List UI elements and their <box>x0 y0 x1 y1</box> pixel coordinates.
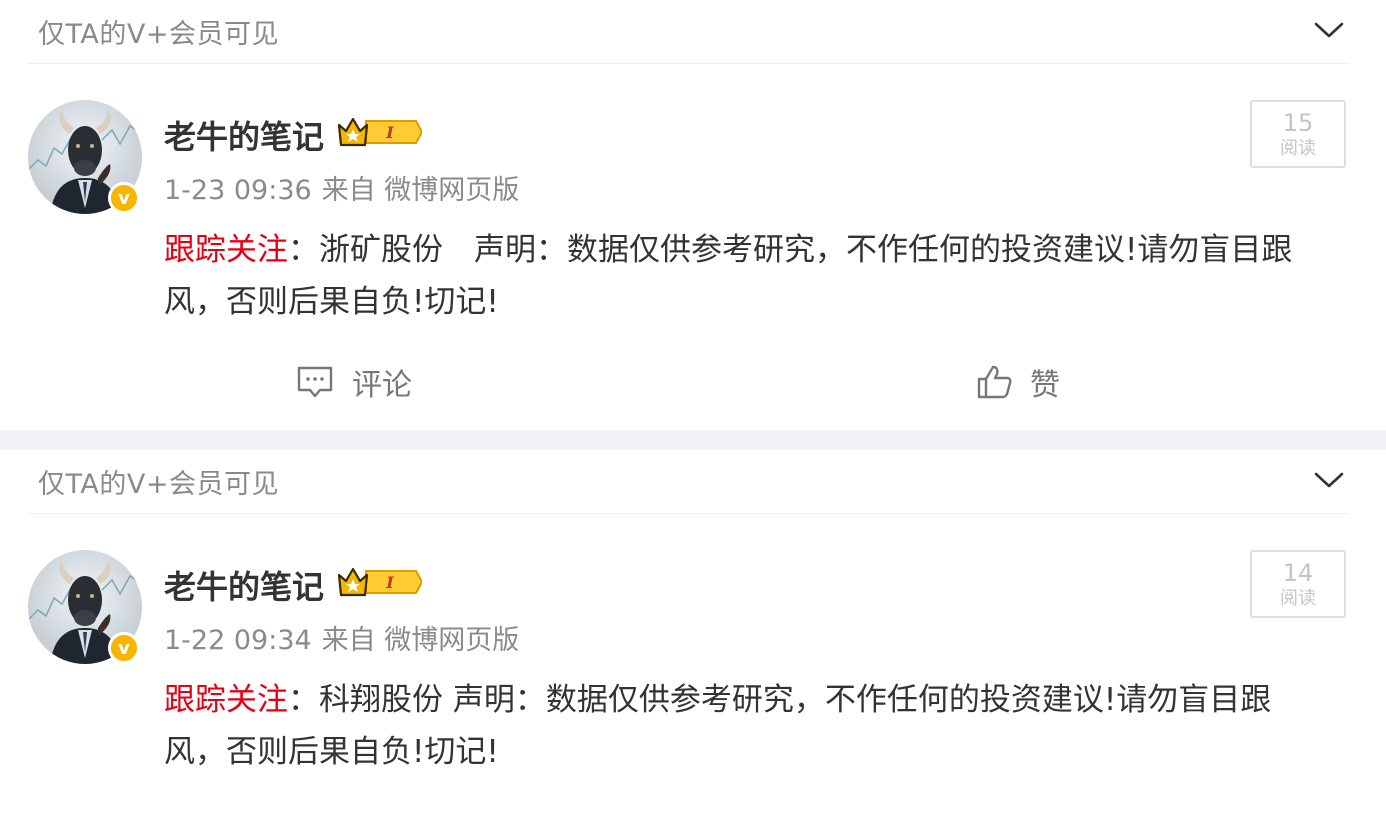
post-time[interactable]: 1-23 09:36 <box>164 175 312 206</box>
member-crown-icon[interactable]: I <box>336 565 422 599</box>
post-source: 来自 微博网页版 <box>321 625 520 656</box>
read-label: 阅读 <box>1280 138 1316 159</box>
read-count: 15 <box>1282 109 1314 137</box>
chevron-down-icon[interactable] <box>1312 18 1346 42</box>
post-meta: 1-23 09:36 来自 微博网页版 <box>164 168 519 207</box>
post-body: v 老牛的笔记 I 1-22 09:34 来自 微博网页版 14 阅读 跟踪关注：… <box>0 514 1386 826</box>
post-source: 来自 微博网页版 <box>321 175 520 206</box>
author-name[interactable]: 老牛的笔记 <box>164 562 324 608</box>
post-card: 仅TA的V+会员可见 <box>0 0 1386 430</box>
comment-icon <box>297 366 333 398</box>
post-meta: 1-22 09:34 来自 微博网页版 <box>164 618 519 657</box>
svg-text:I: I <box>385 123 394 142</box>
svg-text:I: I <box>385 573 394 592</box>
content-tag[interactable]: 跟踪关注 <box>164 682 288 718</box>
post-card: 仅TA的V+会员可见 <box>0 450 1386 826</box>
visibility-header: 仅TA的V+会员可见 <box>0 450 1386 514</box>
post-content: 跟踪关注：浙矿股份 声明：数据仅供参考研究，不作任何的投资建议!请勿盲目跟风，否… <box>164 224 1324 328</box>
chevron-down-icon[interactable] <box>1312 468 1346 492</box>
read-label: 阅读 <box>1280 588 1316 609</box>
thumbs-up-icon <box>977 365 1012 399</box>
action-bar: 评论 赞 <box>0 360 1386 416</box>
post-body: v 老牛的笔记 I 1-23 09:36 来自 微博网页版 15 阅读 跟踪关注：… <box>0 64 1386 430</box>
visibility-label: 仅TA的V+会员可见 <box>38 19 279 50</box>
content-text: ：浙矿股份 声明：数据仅供参考研究，不作任何的投资建议!请勿盲目跟风，否则后果自… <box>164 232 1293 320</box>
post-content: 跟踪关注：科翔股份 声明：数据仅供参考研究，不作任何的投资建议!请勿盲目跟风，否… <box>164 674 1324 778</box>
content-tag[interactable]: 跟踪关注 <box>164 232 288 268</box>
comment-label: 评论 <box>352 368 412 403</box>
author-name[interactable]: 老牛的笔记 <box>164 112 324 158</box>
visibility-label: 仅TA的V+会员可见 <box>38 469 279 500</box>
visibility-header: 仅TA的V+会员可见 <box>0 0 1386 64</box>
read-count-box: 15 阅读 <box>1250 100 1346 168</box>
post-time[interactable]: 1-22 09:34 <box>164 625 312 656</box>
member-crown-icon[interactable]: I <box>336 115 422 149</box>
verified-badge-icon: v <box>108 182 140 214</box>
read-count: 14 <box>1282 559 1314 587</box>
content-text: ：科翔股份 声明：数据仅供参考研究，不作任何的投资建议!请勿盲目跟风，否则后果自… <box>164 682 1272 770</box>
card-separator <box>0 430 1386 450</box>
verified-badge-icon: v <box>108 632 140 664</box>
read-count-box: 14 阅读 <box>1250 550 1346 618</box>
comment-button[interactable]: 评论 <box>296 360 412 404</box>
like-label: 赞 <box>1030 368 1060 403</box>
like-button[interactable]: 赞 <box>976 360 1060 404</box>
